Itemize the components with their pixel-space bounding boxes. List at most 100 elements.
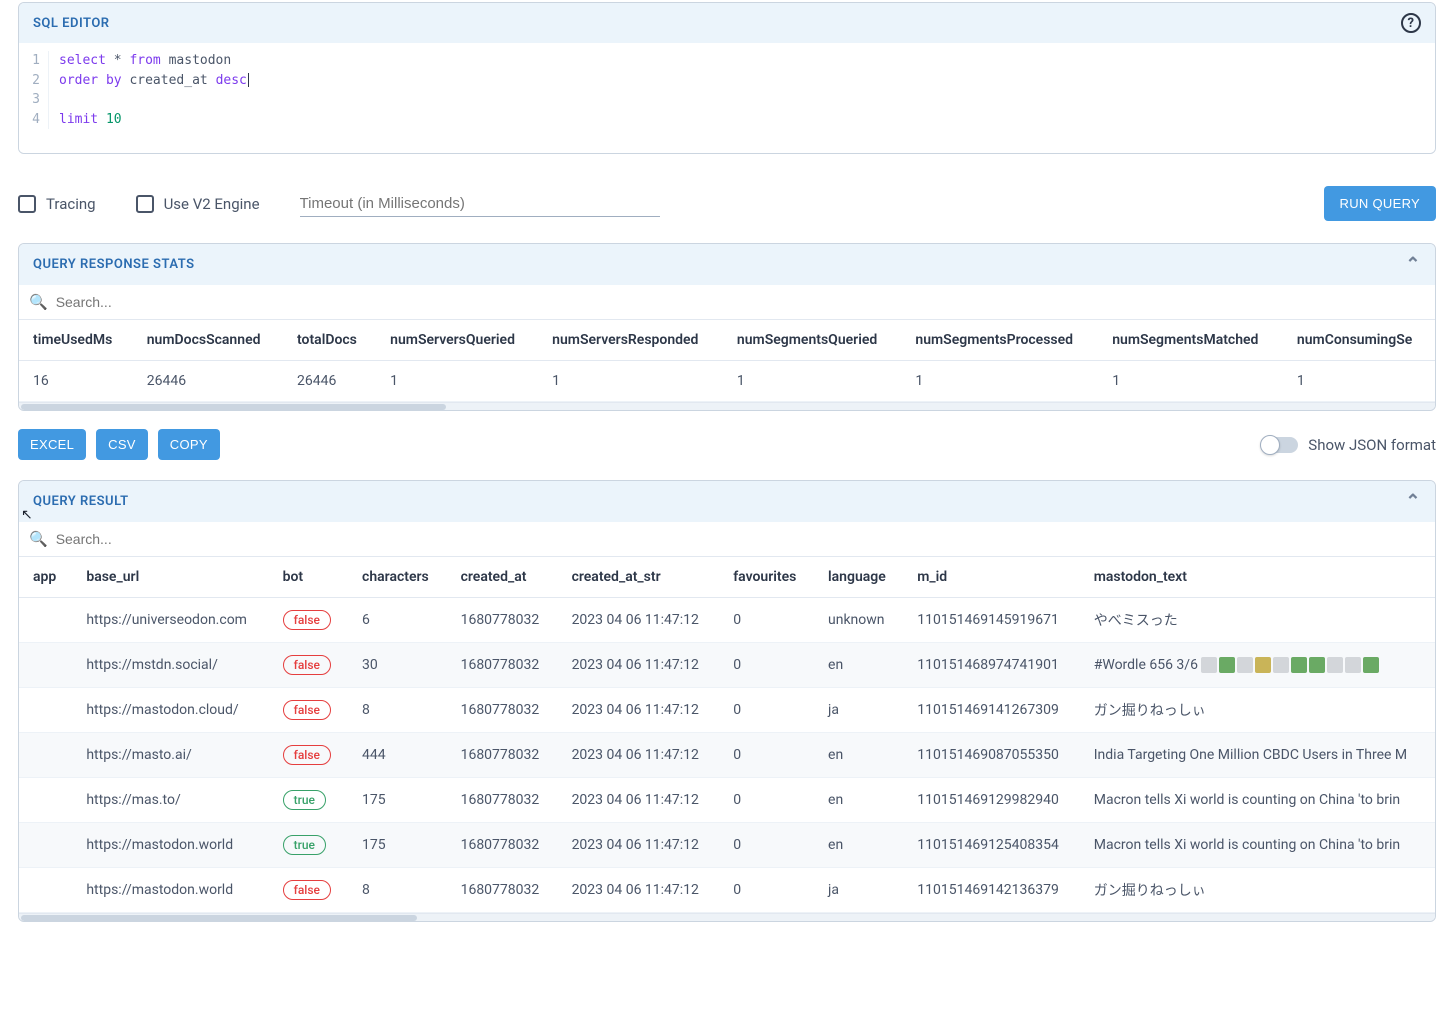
- result-cell: false: [269, 598, 348, 643]
- result-col-header[interactable]: m_id: [903, 557, 1079, 598]
- result-col-header[interactable]: created_at_str: [558, 557, 720, 598]
- table-row[interactable]: https://masto.ai/false44416807780322023 …: [19, 733, 1435, 778]
- stats-col-header[interactable]: numSegmentsQueried: [723, 320, 901, 361]
- stats-cell: 26446: [283, 361, 376, 402]
- result-cell: 2023 04 06 11:47:12: [558, 688, 720, 733]
- stats-col-header[interactable]: numSegmentsProcessed: [901, 320, 1098, 361]
- result-cell: 6: [348, 598, 447, 643]
- bot-pill: false: [283, 700, 331, 720]
- result-cell: 2023 04 06 11:47:12: [558, 643, 720, 688]
- json-toggle-label: Show JSON format: [1308, 436, 1436, 454]
- result-search-input[interactable]: [56, 531, 1425, 547]
- result-cell: Macron tells Xi world is counting on Chi…: [1080, 778, 1435, 823]
- result-cell: 1680778032: [447, 598, 558, 643]
- result-cell: 175: [348, 823, 447, 868]
- result-cell: 30: [348, 643, 447, 688]
- help-icon[interactable]: ?: [1401, 13, 1421, 33]
- bot-pill: false: [283, 880, 331, 900]
- json-toggle-wrap[interactable]: Show JSON format: [1262, 436, 1436, 454]
- stats-table-wrap[interactable]: timeUsedMsnumDocsScannedtotalDocsnumServ…: [19, 320, 1435, 402]
- result-col-header[interactable]: characters: [348, 557, 447, 598]
- result-cell: [19, 598, 72, 643]
- result-cell: [19, 778, 72, 823]
- result-cell: [19, 868, 72, 913]
- result-col-header[interactable]: app: [19, 557, 72, 598]
- stats-col-header[interactable]: numDocsScanned: [133, 320, 283, 361]
- table-row[interactable]: https://mastodon.cloud/false816807780322…: [19, 688, 1435, 733]
- stats-table: timeUsedMsnumDocsScannedtotalDocsnumServ…: [19, 320, 1435, 402]
- stats-col-header[interactable]: numServersQueried: [376, 320, 538, 361]
- result-cell: 110151468974741901: [903, 643, 1079, 688]
- result-col-header[interactable]: mastodon_text: [1080, 557, 1435, 598]
- result-table-wrap[interactable]: appbase_urlbotcharacterscreated_atcreate…: [19, 557, 1435, 913]
- result-cell: 0: [719, 643, 814, 688]
- stats-col-header[interactable]: numSegmentsMatched: [1098, 320, 1283, 361]
- copy-button[interactable]: COPY: [158, 429, 220, 460]
- sql-code-editor[interactable]: 1select * from mastodon2order by created…: [19, 43, 1435, 153]
- timeout-input[interactable]: [300, 191, 660, 217]
- stats-search-input[interactable]: [56, 294, 1425, 310]
- result-cell: 2023 04 06 11:47:12: [558, 598, 720, 643]
- result-cell: https://mastodon.cloud/: [72, 688, 268, 733]
- v2-engine-checkbox[interactable]: [136, 195, 154, 213]
- csv-button[interactable]: CSV: [96, 429, 148, 460]
- export-row: EXCEL CSV COPY Show JSON format: [0, 429, 1454, 478]
- excel-button[interactable]: EXCEL: [18, 429, 86, 460]
- run-query-button[interactable]: RUN QUERY: [1324, 186, 1436, 221]
- result-panel: ↖ QUERY RESULT ⌃ 🔍 appbase_urlbotcharact…: [18, 480, 1436, 922]
- query-controls-row: Tracing Use V2 Engine RUN QUERY: [0, 172, 1454, 241]
- table-row[interactable]: https://mastodon.worldtrue17516807780322…: [19, 823, 1435, 868]
- result-title: QUERY RESULT: [33, 494, 129, 509]
- tracing-label: Tracing: [46, 195, 96, 213]
- table-row[interactable]: https://mastodon.worldfalse8168077803220…: [19, 868, 1435, 913]
- result-cell: 0: [719, 778, 814, 823]
- result-col-header[interactable]: bot: [269, 557, 348, 598]
- chevron-up-icon[interactable]: ⌃: [1405, 491, 1421, 512]
- stats-cell: 1: [376, 361, 538, 402]
- bot-pill: false: [283, 745, 331, 765]
- table-row[interactable]: https://universeodon.comfalse61680778032…: [19, 598, 1435, 643]
- result-cell: 0: [719, 868, 814, 913]
- result-cell: 8: [348, 688, 447, 733]
- stats-title: QUERY RESPONSE STATS: [33, 257, 195, 272]
- chevron-up-icon[interactable]: ⌃: [1405, 254, 1421, 275]
- stats-col-header[interactable]: timeUsedMs: [19, 320, 133, 361]
- result-col-header[interactable]: base_url: [72, 557, 268, 598]
- table-row[interactable]: https://mas.to/true17516807780322023 04 …: [19, 778, 1435, 823]
- result-cell: [19, 643, 72, 688]
- stats-cell: 1: [901, 361, 1098, 402]
- tracing-checkbox[interactable]: [18, 195, 36, 213]
- result-table: appbase_urlbotcharacterscreated_atcreate…: [19, 557, 1435, 913]
- result-cell: false: [269, 643, 348, 688]
- stats-col-header[interactable]: totalDocs: [283, 320, 376, 361]
- bot-pill: false: [283, 655, 331, 675]
- result-cell: 2023 04 06 11:47:12: [558, 868, 720, 913]
- stats-col-header[interactable]: numServersResponded: [538, 320, 723, 361]
- table-row[interactable]: https://mstdn.social/false30168077803220…: [19, 643, 1435, 688]
- v2-engine-label: Use V2 Engine: [164, 195, 260, 213]
- json-toggle[interactable]: [1262, 437, 1298, 453]
- stats-col-header[interactable]: numConsumingSe: [1283, 320, 1435, 361]
- stats-header[interactable]: QUERY RESPONSE STATS ⌃: [19, 244, 1435, 285]
- result-col-header[interactable]: language: [814, 557, 903, 598]
- result-cell: 110151469087055350: [903, 733, 1079, 778]
- result-cell: 0: [719, 733, 814, 778]
- stats-scrollbar[interactable]: [19, 402, 1435, 410]
- stats-panel: QUERY RESPONSE STATS ⌃ 🔍 timeUsedMsnumDo…: [18, 243, 1436, 411]
- result-header[interactable]: QUERY RESULT ⌃: [19, 481, 1435, 522]
- result-cell: false: [269, 868, 348, 913]
- result-cell: false: [269, 688, 348, 733]
- tracing-checkbox-wrap[interactable]: Tracing: [18, 195, 96, 213]
- result-cell: https://mstdn.social/: [72, 643, 268, 688]
- result-cell: 110151469141267309: [903, 688, 1079, 733]
- bot-pill: false: [283, 610, 331, 630]
- result-col-header[interactable]: favourites: [719, 557, 814, 598]
- result-cell: true: [269, 778, 348, 823]
- search-icon: 🔍: [29, 530, 48, 548]
- v2-engine-checkbox-wrap[interactable]: Use V2 Engine: [136, 195, 260, 213]
- sql-editor-title: SQL EDITOR: [33, 16, 110, 31]
- result-scrollbar[interactable]: [19, 913, 1435, 921]
- result-cell: 110151469145919671: [903, 598, 1079, 643]
- result-col-header[interactable]: created_at: [447, 557, 558, 598]
- sql-editor-header: SQL EDITOR ?: [19, 3, 1435, 43]
